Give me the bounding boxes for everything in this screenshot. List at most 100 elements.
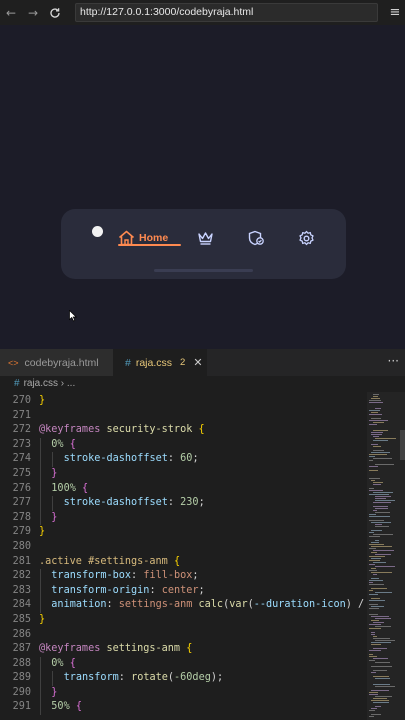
shield-check-icon	[247, 230, 265, 246]
line-number: 284	[12, 599, 31, 611]
breadcrumb: # raja.css › ...	[0, 376, 405, 392]
code-line[interactable]: 278}	[0, 510, 365, 526]
arrow-right-icon[interactable]: →	[22, 0, 44, 25]
active-underline	[118, 244, 181, 246]
breadcrumb-tail[interactable]: ...	[67, 378, 75, 389]
line-number: 282	[12, 570, 31, 582]
indent-guide	[40, 700, 41, 716]
code-line[interactable]: 286	[0, 628, 365, 643]
address-bar[interactable]: http://127.0.0.1:3000/codebyraja.html	[75, 3, 378, 22]
indent-guide	[40, 569, 41, 584]
line-number: 270	[12, 395, 31, 406]
code-line[interactable]: 288 0% {	[0, 656, 365, 672]
crown-icon	[197, 230, 214, 246]
code-text: animation: settings-anm calc(var(--durat…	[51, 599, 365, 611]
code-line[interactable]: 287 @keyframes settings-anm {	[0, 642, 365, 657]
hamburger-menu-icon[interactable]: ≡	[387, 3, 403, 22]
code-line[interactable]: 274 stroke-dashoffset: 60;	[0, 452, 365, 467]
code-line[interactable]: 290}	[0, 685, 365, 701]
indent-guide	[52, 496, 54, 511]
indent-guide	[40, 466, 41, 482]
code-line[interactable]: 283 transform-origin: center;	[0, 583, 365, 599]
code-text: .active #settings-anm {	[39, 555, 181, 567]
code-text: 50% {	[51, 701, 82, 713]
line-number: 278	[12, 511, 31, 523]
more-actions-icon[interactable]: ···	[388, 349, 399, 376]
refresh-icon[interactable]	[44, 0, 66, 25]
code-line[interactable]: 276 100% {	[0, 481, 365, 497]
close-icon[interactable]: ✕	[193, 356, 202, 369]
card-bottom-bar	[154, 269, 253, 272]
indent-guide	[40, 671, 41, 686]
code-line[interactable]: 282 transform-box: fill-box;	[0, 569, 365, 584]
scrollbar-thumb[interactable]	[400, 430, 405, 460]
indent-guide	[40, 583, 41, 599]
code-line[interactable]: 281 .active #settings-anm {	[0, 555, 365, 570]
code-line[interactable]: 279}	[0, 525, 365, 540]
code-text: @keyframes settings-anm {	[39, 643, 193, 655]
code-text: transform: rotate(-60deg);	[63, 672, 224, 684]
code-text: }	[51, 686, 58, 698]
code-text: 0% {	[51, 657, 76, 669]
code-text: @keyframes security-strok {	[39, 424, 205, 436]
line-number: 283	[12, 584, 31, 596]
mouse-cursor-icon	[69, 307, 78, 326]
line-number: 287	[12, 643, 31, 655]
tab-raja-css[interactable]: # raja.css 2 ✕	[113, 349, 207, 376]
code-text: 100% {	[51, 482, 89, 494]
code-line[interactable]: 291 50% {	[0, 700, 365, 716]
code-line[interactable]: 272 @keyframes security-strok {	[0, 423, 365, 438]
problems-count-badge: 2	[180, 357, 186, 368]
chevron-right-icon: ›	[58, 378, 67, 389]
indent-guide	[52, 452, 54, 467]
code-text: }	[39, 613, 46, 625]
code-line[interactable]: 284 animation: settings-anm calc(var(--du…	[0, 598, 365, 613]
line-number: 288	[12, 657, 31, 669]
indent-guide	[40, 452, 41, 467]
code-text: stroke-dashoffset: 230;	[63, 497, 205, 509]
line-number: 274	[12, 453, 31, 465]
code-line[interactable]: 277 stroke-dashoffset: 230;	[0, 496, 365, 511]
page-preview: Home	[0, 25, 405, 349]
nav-item-settings[interactable]	[298, 227, 315, 249]
line-number: 277	[12, 497, 31, 509]
line-number: 280	[12, 540, 31, 552]
code-text: 0% {	[51, 438, 76, 450]
line-number: 276	[12, 482, 31, 494]
indent-guide	[40, 510, 41, 526]
line-number: 285	[12, 613, 31, 625]
code-text: }	[51, 467, 58, 479]
editor-tab-bar: <> codebyraja.html # raja.css 2 ✕ ···	[0, 349, 405, 376]
code-text: }	[39, 395, 46, 406]
indent-guide	[40, 656, 41, 672]
code-text: transform-box: fill-box;	[51, 570, 199, 582]
code-line[interactable]: 270}	[0, 394, 365, 409]
css-file-icon: #	[125, 356, 131, 369]
html-file-icon: <>	[8, 357, 19, 368]
nav-item-crown[interactable]	[197, 227, 214, 249]
code-line[interactable]: 280	[0, 540, 365, 555]
indent-guide	[40, 481, 41, 497]
line-number: 291	[12, 701, 31, 713]
active-indicator-dot	[92, 226, 103, 237]
code-line[interactable]: 275}	[0, 466, 365, 482]
line-number: 286	[12, 628, 31, 640]
line-number: 281	[12, 555, 31, 567]
settings-icon	[298, 230, 315, 247]
arrow-left-icon[interactable]: ←	[0, 0, 22, 25]
line-number: 275	[12, 467, 31, 479]
indent-guide	[40, 437, 41, 453]
code-line[interactable]: 271	[0, 409, 365, 424]
breadcrumb-file[interactable]: raja.css	[24, 378, 58, 389]
code-text: }	[39, 526, 46, 538]
nav-item-security[interactable]	[247, 227, 265, 249]
code-line[interactable]: 289 transform: rotate(-60deg);	[0, 671, 365, 686]
tab-codebyraja-html[interactable]: <> codebyraja.html	[0, 349, 113, 376]
code-line[interactable]: 273 0% {	[0, 437, 365, 453]
code-editor[interactable]: 270} 271 272 @keyframes security-strok {273…	[0, 394, 365, 720]
line-number: 272	[12, 424, 31, 436]
code-line[interactable]: 285}	[0, 613, 365, 628]
line-number: 289	[12, 672, 31, 684]
indent-guide	[40, 598, 41, 613]
indent-guide	[52, 671, 54, 686]
